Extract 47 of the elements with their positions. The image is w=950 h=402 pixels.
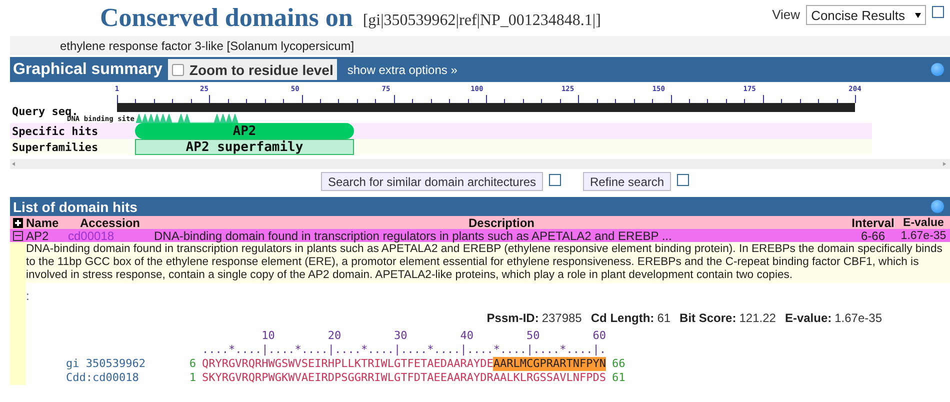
sequence-id: Cdd:cd00018	[65, 371, 140, 385]
ruler-marks: ....*....|....*....|....*....|....*....|....*....|....*....|.	[202, 343, 606, 357]
column-header: Name	[26, 216, 60, 230]
table-cell-text: DNA-binding domain found in transcription regulators in plants such as APETALA2 and EREBP ...	[154, 228, 673, 242]
stat-label: Pssm-ID:	[486, 311, 539, 325]
stat-value: 61	[657, 311, 671, 325]
separator-text: :	[26, 288, 30, 301]
sequence: SKYRGVRQRPWGKWVAEIRDPSGGRRIWLGTFDTAEEAARAYDRAALKLRGSSAVLNFPDS	[202, 371, 606, 385]
stat-value: 1.67e-35	[834, 311, 882, 325]
stat-value: 237985	[542, 311, 582, 325]
collapse-icon[interactable]	[13, 230, 23, 240]
view-select[interactable]: Concise Results	[806, 5, 926, 25]
query-id: [gi|350539962|ref|NP_001234848.1|]	[362, 12, 601, 30]
sequence: QRYRGVRQRHWGSWVSEIRHPLLKTRIWLGTFETAEDAARAYDE	[202, 357, 494, 371]
column-header: Description	[467, 216, 536, 230]
end-position: 66	[612, 357, 626, 371]
domain-hit[interactable]: AP2 superfamily	[135, 139, 354, 155]
table-cell-text: AP2	[26, 228, 50, 242]
section-title: List of domain hits	[12, 198, 138, 214]
stat-label: E-value:	[784, 311, 832, 325]
expand-all-icon[interactable]	[13, 218, 23, 228]
domain-description: DNA-binding domain found in transcription regulators in plants such as APETALA2 and EREBP (ethylene responsive element binding protein). In EREBPs the domain specifically binds to the 11bp GCC box of the ethylene response element (ERE), a promotor element essential for ethylene responsiveness. EREBPs and the C-repeat binding factor CBF1, which is involved in stress response, contain a single copy of the AP2 domain. APETALA2-like proteins, which play a role in plant development contain two copies.	[26, 242, 950, 283]
column-header: Interval	[850, 216, 896, 230]
zoom-checkbox[interactable]: Zoom to residue level	[168, 59, 338, 80]
column-header: E-value	[902, 216, 945, 228]
end-position: 61	[612, 371, 626, 385]
sequence-id: gi 350539962	[65, 357, 146, 371]
view-label: View	[772, 7, 800, 22]
row-label: Specific hits	[11, 124, 100, 138]
page-title: Conserved domains on	[100, 3, 353, 33]
section-title: Graphical summary	[12, 60, 164, 78]
ruler-numbers: 10 20 30 40 50 60	[260, 329, 606, 343]
stat-label: Bit Score:	[680, 311, 736, 325]
stat-label: Cd Length:	[590, 311, 654, 325]
stat-value: 121.22	[739, 311, 776, 325]
action-button[interactable]: Search for similar domain architectures	[320, 172, 544, 191]
action-button[interactable]: Refine search	[583, 172, 672, 191]
start-position: 1	[188, 371, 197, 385]
table-cell-text: 6-66	[860, 228, 886, 242]
column-header: Accession	[78, 216, 142, 230]
protein-name: ethylene response factor 3-like [Solanum lycopersicum]	[60, 38, 354, 52]
extra-options-link[interactable]: show extra options »	[347, 62, 458, 76]
row-label: Superfamilies	[11, 140, 100, 154]
highlighted-sequence: AARLMCGPRARTNFPYN	[493, 357, 606, 371]
start-position: 6	[188, 357, 197, 371]
table-cell-text: 1.67e-35	[900, 230, 948, 242]
domain-hit[interactable]: AP2	[135, 123, 354, 139]
